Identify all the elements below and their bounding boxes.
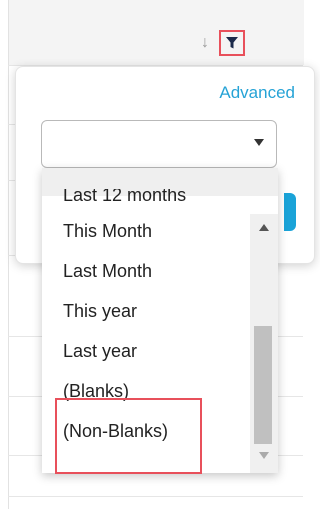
option-last-year[interactable]: Last year (42, 331, 250, 371)
filter-condition-select[interactable] (41, 120, 277, 168)
chevron-down-icon (254, 139, 264, 146)
option-non-blanks[interactable]: (Non-Blanks) (42, 411, 250, 451)
filter-icon (226, 37, 238, 49)
scroll-down-arrow-icon[interactable] (259, 452, 269, 459)
option-last-12-months[interactable]: Last 12 months (42, 189, 250, 211)
option-list: Last 12 months This Month Last Month Thi… (42, 189, 250, 451)
grid-row-divider (8, 496, 303, 497)
arrow-down-icon[interactable]: ↓ (198, 33, 212, 53)
option-last-month[interactable]: Last Month (42, 251, 250, 291)
filter-button[interactable] (219, 30, 245, 56)
scroll-up-arrow-icon[interactable] (259, 224, 269, 231)
scrollbar-thumb[interactable] (254, 326, 272, 444)
filter-options-dropdown: Last 12 months This Month Last Month Thi… (42, 168, 278, 473)
advanced-link[interactable]: Advanced (219, 83, 295, 103)
grid-header (8, 0, 304, 65)
option-this-month[interactable]: This Month (42, 211, 250, 251)
option-blanks[interactable]: (Blanks) (42, 371, 250, 411)
dropdown-scrollbar[interactable] (250, 214, 278, 473)
apply-button[interactable] (284, 193, 296, 231)
option-this-year[interactable]: This year (42, 291, 250, 331)
